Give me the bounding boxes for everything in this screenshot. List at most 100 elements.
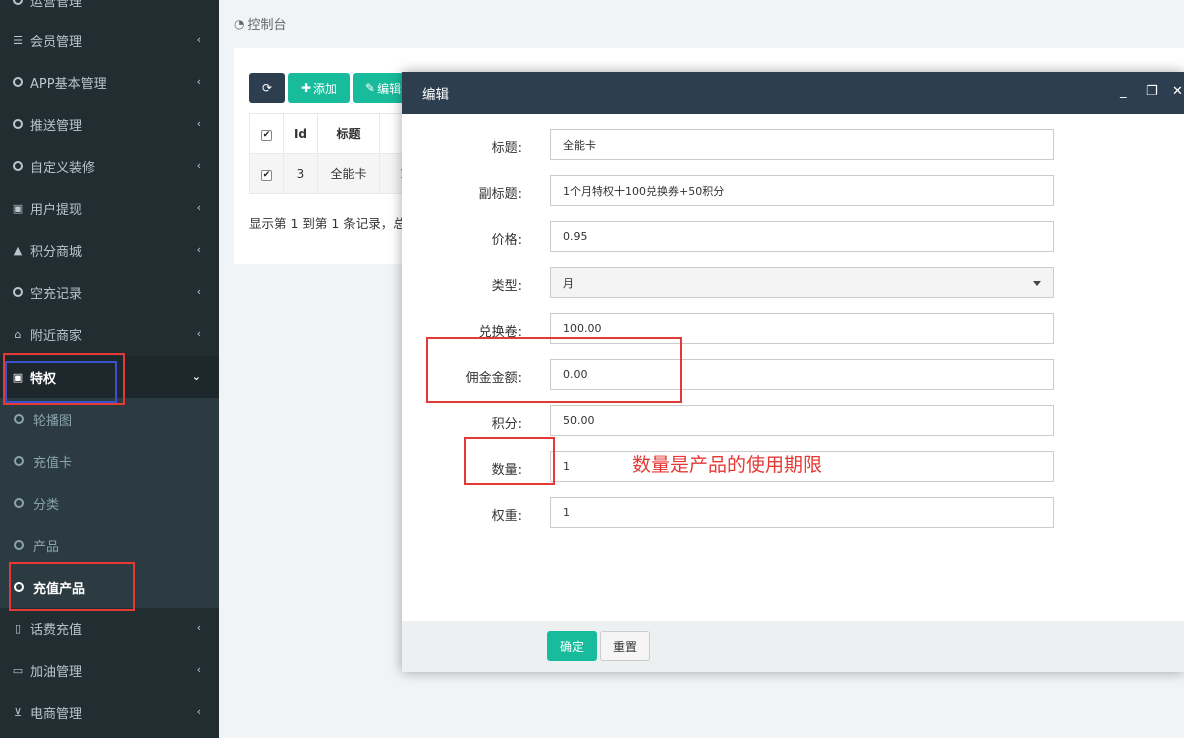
highlight-box [426, 337, 682, 403]
title-input[interactable]: 全能卡 [550, 129, 1054, 160]
chevron-left-icon: ‹ [196, 33, 201, 46]
dialog-footer: 确定 重置 [402, 621, 1184, 672]
column-header-id[interactable]: Id [283, 113, 318, 154]
toolbar: ⟳ ✚ 添加 ✎ 编辑 [249, 73, 416, 103]
list-icon: ☰ [13, 33, 23, 47]
field-label: 副标题: [478, 187, 522, 202]
refresh-button[interactable]: ⟳ [249, 73, 285, 103]
battery-icon: ▭ [12, 663, 24, 677]
mobile-icon: ▯ [14, 621, 22, 635]
sidebar-item-label: 电商管理 [30, 706, 83, 722]
sidebar-item-label: 附近商家 [30, 328, 83, 344]
cell-id: 3 [283, 153, 318, 194]
dashboard-icon: ◔ [234, 16, 245, 31]
circle-icon [10, 161, 26, 171]
caret-down-icon [1033, 281, 1041, 286]
sidebar-item-label: APP基本管理 [30, 76, 107, 92]
price-input[interactable]: 0.95 [550, 221, 1054, 252]
submenu-item-label: 充值卡 [33, 455, 73, 471]
cart-icon: ⊻ [13, 705, 23, 719]
submenu-item-category[interactable]: 分类 [0, 482, 219, 524]
chevron-left-icon: ‹ [196, 75, 201, 88]
sidebar-item-points-mall[interactable]: ▲ 积分商城 ‹ [0, 229, 219, 271]
minimize-icon[interactable]: _ [1120, 84, 1127, 99]
sidebar-item-label: 会员管理 [30, 34, 83, 50]
shopping-bag-icon: ▲ [13, 243, 23, 257]
chevron-left-icon: ‹ [196, 201, 201, 214]
chevron-left-icon: ‹ [196, 243, 201, 256]
sidebar-item-recharge-records[interactable]: 空充记录 ‹ [0, 271, 219, 313]
field-label: 类型: [491, 279, 522, 294]
chevron-down-icon: ⌄ [191, 370, 201, 383]
chevron-left-icon: ‹ [196, 663, 201, 676]
submenu-item-label: 轮播图 [33, 413, 73, 429]
sidebar-item-fuel[interactable]: ▭ 加油管理 ‹ [0, 649, 219, 691]
chevron-left-icon: ‹ [196, 159, 201, 172]
form-row-weight: 权重: 1 [402, 497, 1184, 529]
field-label: 标题: [491, 141, 522, 156]
highlight-box [5, 361, 117, 403]
add-button-label: 添加 [313, 81, 338, 96]
highlight-box [9, 562, 135, 611]
chevron-left-icon: ‹ [196, 327, 201, 340]
circle-icon [14, 540, 24, 550]
breadcrumb-label: 控制台 [247, 18, 287, 33]
submenu-item-label: 分类 [33, 497, 60, 513]
form-row-points: 积分: 50.00 [402, 405, 1184, 437]
plus-icon: ✚ [300, 81, 312, 95]
sidebar-item-app-basic[interactable]: APP基本管理 ‹ [0, 61, 219, 103]
records-info: 显示第 1 到第 1 条记录，总 [249, 216, 406, 231]
chevron-left-icon: ‹ [196, 621, 201, 634]
form-row-subtitle: 副标题: 1个月特权十100兑换券+50积分 [402, 175, 1184, 207]
sidebar-item-label: 加油管理 [30, 664, 83, 680]
submenu-item-recharge-card[interactable]: 充值卡 [0, 440, 219, 482]
chevron-left-icon: ‹ [196, 285, 201, 298]
circle-icon [14, 456, 24, 466]
sidebar-item-label: 推送管理 [30, 118, 83, 134]
dialog-header[interactable]: 编辑 _ ❐ ✕ [402, 72, 1184, 114]
close-icon[interactable]: ✕ [1172, 84, 1183, 99]
sidebar-item-withdraw[interactable]: ▣ 用户提现 ‹ [0, 187, 219, 229]
confirm-button[interactable]: 确定 [547, 631, 597, 661]
weight-input[interactable]: 1 [550, 497, 1054, 528]
circle-icon [14, 414, 24, 424]
sidebar-item-members[interactable]: ☰ 会员管理 ‹ [0, 19, 219, 61]
refresh-icon: ⟳ [261, 81, 273, 95]
points-input[interactable]: 50.00 [550, 405, 1054, 436]
select-all-checkbox[interactable]: ✔ [249, 113, 284, 154]
circle-icon [10, 119, 26, 129]
maximize-icon[interactable]: ❐ [1146, 84, 1158, 99]
sidebar-item-top-partial[interactable]: 运营管理 [0, 0, 219, 21]
circle-icon [10, 287, 26, 297]
money-icon: ▣ [12, 201, 24, 215]
form-row-price: 价格: 0.95 [402, 221, 1184, 253]
sidebar-item-label: 运营管理 [30, 0, 83, 10]
breadcrumb[interactable]: ◔ 控制台 [234, 14, 287, 34]
chevron-left-icon: ‹ [196, 705, 201, 718]
sidebar-item-nearby-merchants[interactable]: ⌂ 附近商家 ‹ [0, 313, 219, 355]
add-button[interactable]: ✚ 添加 [288, 73, 350, 103]
submenu-item-product[interactable]: 产品 [0, 524, 219, 566]
subtitle-input[interactable]: 1个月特权十100兑换券+50积分 [550, 175, 1054, 206]
sidebar-item-ecommerce[interactable]: ⊻ 电商管理 ‹ [0, 691, 219, 733]
reset-button[interactable]: 重置 [600, 631, 650, 661]
type-select[interactable]: 月 [550, 267, 1054, 298]
form-row-type: 类型: 月 [402, 267, 1184, 299]
annotation-text: 数量是产品的使用期限 [632, 454, 823, 476]
highlight-box [464, 437, 555, 485]
sidebar-item-custom-decor[interactable]: 自定义装修 ‹ [0, 145, 219, 187]
pencil-icon: ✎ [365, 81, 376, 95]
sidebar-item-label: 话费充值 [30, 622, 83, 638]
field-label: 积分: [491, 417, 522, 432]
circle-icon [14, 498, 24, 508]
cell-title: 全能卡 [317, 153, 380, 194]
field-label: 权重: [491, 509, 522, 524]
type-select-value: 月 [563, 276, 574, 290]
circle-icon [10, 0, 26, 5]
column-header-title[interactable]: 标题 [317, 113, 380, 154]
row-checkbox[interactable]: ✔ [249, 153, 284, 194]
sidebar-item-label: 积分商城 [30, 244, 83, 260]
sidebar-item-push[interactable]: 推送管理 ‹ [0, 103, 219, 145]
sidebar-item-label: 自定义装修 [30, 160, 96, 176]
sidebar-item-phone-recharge[interactable]: ▯ 话费充值 ‹ [0, 607, 219, 649]
